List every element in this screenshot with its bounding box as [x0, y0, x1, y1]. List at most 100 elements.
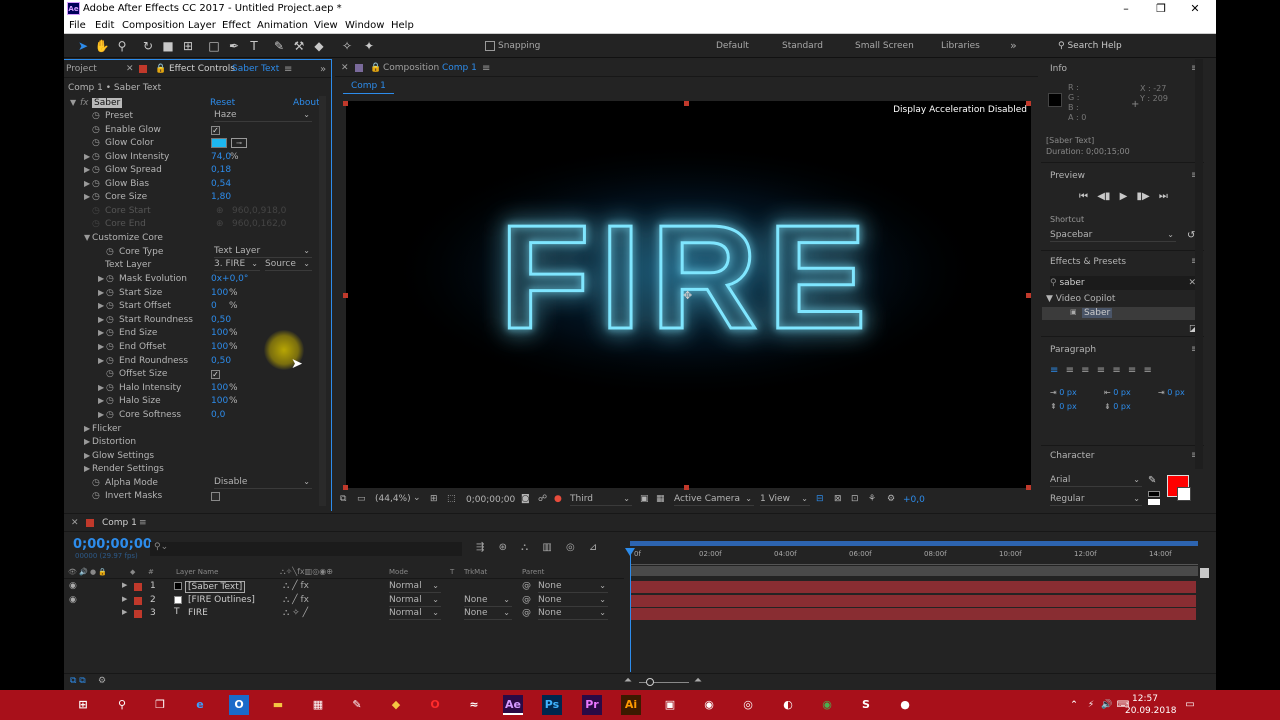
illustrator-icon[interactable]: Ai — [621, 695, 641, 715]
timeline-layer-row[interactable]: ◉ ▶ 1 [Saber Text] ⛬ ╱ fx Normal ⌄ @ None… — [64, 580, 624, 594]
app-icon[interactable]: ▣ — [660, 695, 680, 715]
record-icon[interactable]: ● — [895, 695, 915, 715]
menu-animation[interactable]: Animation — [257, 20, 308, 31]
stopwatch-icon[interactable]: ◷ — [92, 192, 100, 202]
comp-1-subtab[interactable]: Comp 1 — [343, 80, 394, 94]
rotate-tool-icon[interactable]: ↻ — [140, 38, 156, 54]
app-icon[interactable]: ✎ — [347, 695, 367, 715]
app-icon[interactable]: ◐ — [778, 695, 798, 715]
expand-panel-icon[interactable]: » — [320, 64, 326, 75]
align-center-icon[interactable]: ≡ — [1066, 365, 1074, 376]
expand-triangle-icon[interactable]: ▶ — [98, 315, 104, 324]
tab-effect-controls[interactable]: Effect Controls — [169, 64, 235, 74]
anchor-point-icon[interactable]: ✥ — [683, 289, 692, 302]
stopwatch-icon[interactable]: ◷ — [106, 342, 114, 352]
layer-name[interactable]: [FIRE Outlines] — [188, 595, 255, 605]
rectangle-tool-icon[interactable]: □ — [206, 38, 222, 54]
task-view-icon[interactable]: ❐ — [150, 695, 170, 715]
chevron-down-icon[interactable]: ⌄ — [413, 493, 421, 503]
justify-left-icon[interactable]: ≡ — [1097, 365, 1105, 376]
layer-handle[interactable] — [343, 485, 348, 490]
work-area-range[interactable] — [630, 541, 1198, 546]
puppet-pin-tool-icon[interactable]: ✦ — [361, 38, 377, 54]
glow-color-swatch[interactable] — [211, 138, 227, 148]
justify-center-icon[interactable]: ≡ — [1112, 365, 1120, 376]
text-layer-dropdown[interactable]: 3. FIRE ⌄ — [214, 259, 260, 271]
stopwatch-icon[interactable]: ◷ — [92, 125, 100, 135]
always-preview-icon[interactable]: ⧉ — [340, 494, 346, 504]
menu-layer[interactable]: Layer — [188, 20, 216, 31]
timeline-search-input[interactable]: ⚲⌄ — [150, 542, 462, 556]
layer-name[interactable]: FIRE — [188, 608, 208, 618]
video-copilot-category[interactable]: ▼ Video Copilot — [1046, 294, 1115, 304]
expand-triangle-icon[interactable]: ▶ — [98, 410, 104, 419]
stopwatch-icon[interactable]: ◷ — [92, 179, 100, 189]
space-before-value[interactable]: 0 px — [1059, 402, 1076, 411]
snapping-checkbox[interactable] — [485, 41, 495, 51]
font-style-dropdown[interactable]: Regular ⌄ — [1050, 494, 1142, 506]
stopwatch-icon[interactable]: ◷ — [106, 356, 114, 366]
layer-handle[interactable] — [1026, 485, 1031, 490]
previous-frame-icon[interactable]: ◀▮ — [1097, 191, 1110, 202]
workspace-standard[interactable]: Standard — [782, 41, 823, 51]
time-navigator[interactable] — [630, 566, 1198, 576]
eyedropper-icon[interactable]: ✎ — [1148, 475, 1156, 486]
core-property-value[interactable]: 0,0 — [211, 410, 225, 420]
zoom-level[interactable]: (44,4%) — [375, 494, 411, 504]
core-property-value[interactable]: 0,50 — [211, 315, 231, 325]
layer-handle[interactable] — [684, 101, 689, 106]
zoom-tool-icon[interactable]: ⚲ — [114, 38, 130, 54]
stopwatch-icon[interactable]: ◷ — [92, 138, 100, 148]
expand-triangle-icon[interactable]: ▶ — [84, 464, 90, 473]
layer-handle[interactable] — [343, 293, 348, 298]
customize-core-label[interactable]: Customize Core — [92, 233, 163, 243]
fast-previews-icon[interactable]: ⊠ — [834, 494, 842, 504]
brush-tool-icon[interactable]: ✎ — [271, 38, 287, 54]
eyedropper-icon[interactable]: ⊸ — [231, 138, 247, 148]
shortcut-dropdown[interactable]: Spacebar ⌄ — [1050, 230, 1176, 242]
enable-glow-checkbox[interactable]: ✓ — [211, 126, 220, 135]
last-frame-icon[interactable]: ⏭ — [1159, 191, 1168, 202]
layer-handle[interactable] — [343, 101, 348, 106]
panel-menu-icon[interactable]: ≡ — [482, 63, 490, 74]
expand-triangle-icon[interactable]: ▶ — [98, 274, 104, 283]
zoom-slider-thumb[interactable] — [646, 678, 654, 686]
saber-effect-item[interactable]: ▣ Saber — [1042, 307, 1202, 320]
stopwatch-icon[interactable]: ◷ — [106, 410, 114, 420]
lock-icon[interactable]: 🔒 — [155, 64, 166, 74]
workspace-libraries[interactable]: Libraries — [941, 41, 980, 51]
timeline-scroll-top[interactable] — [1200, 568, 1209, 578]
minimize-button[interactable]: – — [1109, 0, 1143, 18]
search-icon[interactable]: ⚲ — [112, 695, 132, 715]
effect-name[interactable]: Saber — [92, 98, 123, 108]
timeline-layer-row[interactable]: ◉ ▶ 2 [FIRE Outlines] ⛬ ╱ fx Normal ⌄ Non… — [64, 594, 624, 608]
glow-spread-value[interactable]: 0,18 — [211, 165, 231, 175]
workspace-overflow-icon[interactable]: » — [1010, 39, 1017, 52]
layer-label-color[interactable] — [134, 610, 142, 618]
workspace-default[interactable]: Default — [716, 41, 749, 51]
panel-menu-icon[interactable]: ≡ — [284, 64, 292, 75]
stopwatch-icon[interactable]: ◷ — [106, 274, 114, 284]
eraser-tool-icon[interactable]: ◆ — [311, 38, 327, 54]
layer-handle[interactable] — [1026, 293, 1031, 298]
motion-blur-icon[interactable]: ◎ — [566, 542, 575, 553]
expand-triangle-icon[interactable]: ▶ — [98, 383, 104, 392]
preset-dropdown[interactable]: Haze ⌄ — [214, 110, 312, 122]
stopwatch-icon[interactable]: ◷ — [106, 383, 114, 393]
expand-triangle-icon[interactable]: ▶ — [98, 396, 104, 405]
expand-triangle-icon[interactable]: ▶ — [98, 342, 104, 351]
space-after-value[interactable]: 0 px — [1113, 402, 1130, 411]
core-property-value[interactable]: 100 — [211, 328, 228, 338]
type-tool-icon[interactable]: T — [246, 38, 262, 54]
pick-whip-icon[interactable]: @ — [522, 608, 531, 618]
core-property-checkbox[interactable]: ✓ — [211, 370, 220, 380]
black-swatch[interactable] — [1148, 491, 1160, 497]
align-right-icon[interactable]: ≡ — [1081, 365, 1089, 376]
pan-behind-tool-icon[interactable]: ⊞ — [180, 38, 196, 54]
roto-brush-tool-icon[interactable]: ✧ — [339, 38, 355, 54]
parent-dropdown[interactable]: None ⌄ — [538, 581, 608, 593]
menu-view[interactable]: View — [314, 20, 338, 31]
workspace-small-screen[interactable]: Small Screen — [855, 41, 914, 51]
visibility-eye-icon[interactable]: ◉ — [69, 581, 77, 591]
playhead-handle[interactable] — [625, 548, 635, 556]
